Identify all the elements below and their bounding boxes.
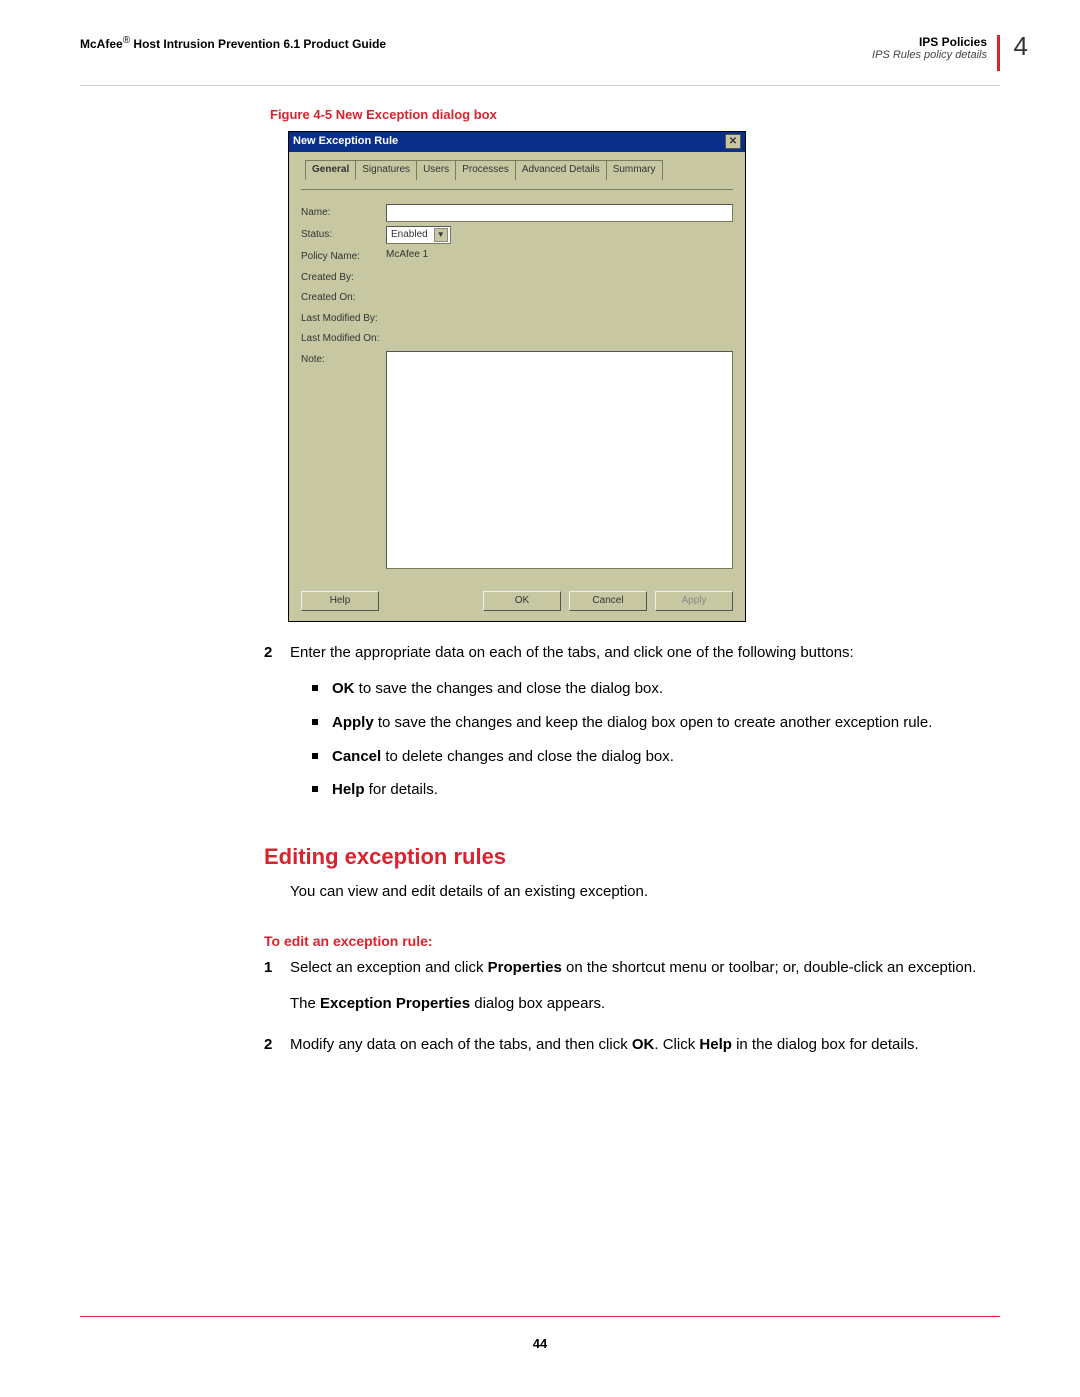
subheading-to-edit: To edit an exception rule: — [264, 931, 1000, 951]
dialog-title-text: New Exception Rule — [293, 134, 398, 150]
dialog-tabs: General Signatures Users Processes Advan… — [301, 160, 733, 181]
page: McAfee® Host Intrusion Prevention 6.1 Pr… — [0, 0, 1080, 1397]
edit-step-2-text: Modify any data on each of the tabs, and… — [290, 1034, 1000, 1056]
list-item: Cancel to delete changes and close the d… — [312, 746, 1000, 768]
policy-value: McAfee 1 — [386, 248, 428, 263]
button-description-list: OK to save the changes and close the dia… — [312, 678, 1000, 801]
bullet-apply-text: to save the changes and keep the dialog … — [374, 714, 933, 731]
content-area: Figure 4-5 New Exception dialog box New … — [290, 106, 1000, 1056]
row-status: Status: Enabled ▼ — [301, 226, 733, 244]
tab-general[interactable]: General — [305, 160, 356, 181]
edit-step-1: 1 Select an exception and click Properti… — [264, 957, 1000, 1015]
label-modified-on: Last Modified On: — [301, 330, 386, 347]
bullet-cancel-bold: Cancel — [332, 748, 381, 765]
edit-step-1-text: Select an exception and click Properties… — [290, 957, 1000, 1015]
doc-title: Host Intrusion Prevention 6.1 Product Gu… — [130, 37, 386, 51]
label-name: Name: — [301, 204, 386, 221]
row-modified-by: Last Modified By: — [301, 310, 733, 327]
tab-users[interactable]: Users — [416, 160, 456, 181]
edit-step-2-number: 2 — [264, 1034, 290, 1056]
row-created-by: Created By: — [301, 269, 733, 286]
header-left: McAfee® Host Intrusion Prevention 6.1 Pr… — [80, 35, 386, 51]
figure-caption: Figure 4-5 New Exception dialog box — [270, 106, 1000, 125]
bullet-cancel-text: to delete changes and close the dialog b… — [381, 748, 674, 765]
bullet-apply-bold: Apply — [332, 714, 374, 731]
list-item: Apply to save the changes and keep the d… — [312, 712, 1000, 734]
step-2: 2 Enter the appropriate data on each of … — [264, 642, 1000, 664]
label-created-on: Created On: — [301, 289, 386, 306]
section-name: IPS Policies — [919, 35, 987, 49]
list-item: Help for details. — [312, 779, 1000, 801]
label-modified-by: Last Modified By: — [301, 310, 386, 327]
chapter-number: 4 — [1014, 31, 1028, 62]
step-2-text: Enter the appropriate data on each of th… — [290, 642, 1000, 664]
row-modified-on: Last Modified On: — [301, 330, 733, 347]
tab-summary[interactable]: Summary — [606, 160, 663, 181]
header-right: IPS Policies IPS Rules policy details — [872, 35, 1000, 71]
list-item: OK to save the changes and close the dia… — [312, 678, 1000, 700]
heading-editing-exception-rules: Editing exception rules — [264, 841, 1000, 873]
dialog-titlebar[interactable]: New Exception Rule ✕ — [289, 132, 745, 152]
page-number: 44 — [0, 1336, 1080, 1351]
ok-button[interactable]: OK — [483, 591, 561, 612]
reg-mark: ® — [123, 35, 130, 46]
edit-step-2: 2 Modify any data on each of the tabs, a… — [264, 1034, 1000, 1056]
step-2-number: 2 — [264, 642, 290, 664]
new-exception-dialog: New Exception Rule ✕ General Signatures … — [288, 131, 746, 622]
subsection-name: IPS Rules policy details — [872, 49, 987, 61]
cancel-button[interactable]: Cancel — [569, 591, 647, 612]
label-policy: Policy Name: — [301, 248, 386, 265]
brand: McAfee — [80, 37, 123, 51]
note-textarea[interactable] — [386, 351, 733, 569]
bullet-help-bold: Help — [332, 781, 365, 798]
heading-intro: You can view and edit details of an exis… — [290, 881, 1000, 903]
tab-signatures[interactable]: Signatures — [355, 160, 417, 181]
row-note: Note: — [301, 351, 733, 569]
row-policy: Policy Name: McAfee 1 — [301, 248, 733, 265]
edit-step-1-number: 1 — [264, 957, 290, 1015]
tab-processes[interactable]: Processes — [455, 160, 516, 181]
apply-button[interactable]: Apply — [655, 591, 733, 612]
tab-advanced-details[interactable]: Advanced Details — [515, 160, 607, 181]
bullet-ok-bold: OK — [332, 680, 355, 697]
status-select[interactable]: Enabled ▼ — [386, 226, 451, 244]
bullet-help-text: for details. — [365, 781, 438, 798]
label-status: Status: — [301, 226, 386, 243]
status-value: Enabled — [391, 228, 428, 243]
label-created-by: Created By: — [301, 269, 386, 286]
help-button[interactable]: Help — [301, 591, 379, 612]
row-created-on: Created On: — [301, 289, 733, 306]
name-input[interactable] — [386, 204, 733, 222]
label-note: Note: — [301, 351, 386, 368]
chevron-down-icon: ▼ — [434, 228, 448, 242]
page-header: McAfee® Host Intrusion Prevention 6.1 Pr… — [80, 35, 1000, 86]
close-icon[interactable]: ✕ — [725, 134, 741, 149]
bullet-ok-text: to save the changes and close the dialog… — [355, 680, 664, 697]
footer-rule — [80, 1316, 1000, 1317]
dialog-body: General Signatures Users Processes Advan… — [289, 152, 745, 622]
dialog-button-bar: Help OK Cancel Apply — [301, 591, 733, 612]
row-name: Name: — [301, 204, 733, 222]
